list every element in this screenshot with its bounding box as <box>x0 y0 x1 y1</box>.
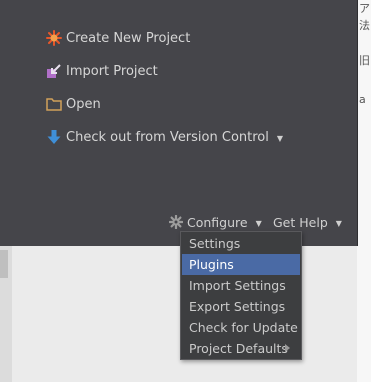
open-action[interactable]: Open <box>46 94 101 114</box>
background-scrollbar <box>0 246 12 382</box>
create-new-project-action[interactable]: Create New Project <box>46 28 190 48</box>
background-text: ア <box>359 2 370 15</box>
menu-item-label: Project Defaults <box>189 341 288 356</box>
folder-icon <box>46 96 62 112</box>
check-out-vcs-action[interactable]: Check out from Version Control ▼ <box>46 127 283 147</box>
menu-item-check-for-update[interactable]: Check for Update <box>182 317 300 338</box>
action-label: Check out from Version Control <box>66 129 269 145</box>
menu-item-import-settings[interactable]: Import Settings <box>182 275 300 296</box>
background-text: 旧 <box>359 54 370 67</box>
chevron-down-icon: ▼ <box>276 133 284 143</box>
background-text: a <box>359 93 366 106</box>
gear-icon <box>169 215 183 229</box>
background-window: ア 法 旧 a <box>357 0 371 382</box>
menu-item-export-settings[interactable]: Export Settings <box>182 296 300 317</box>
starburst-icon <box>46 30 62 46</box>
action-label: Import Project <box>66 63 158 79</box>
down-arrow-icon <box>46 129 62 145</box>
menu-item-plugins[interactable]: Plugins <box>182 254 300 275</box>
configure-menu: Settings Plugins Import Settings Export … <box>180 231 302 360</box>
action-label: Open <box>66 96 101 112</box>
get-help-button[interactable]: Get Help ▼ <box>273 212 342 232</box>
configure-button[interactable]: Configure ▼ <box>169 212 262 232</box>
get-help-label: Get Help <box>273 214 328 230</box>
action-label: Create New Project <box>66 30 191 46</box>
menu-item-settings[interactable]: Settings <box>182 233 300 254</box>
configure-label: Configure <box>187 214 248 230</box>
welcome-panel: Create New Project Import Project Open C… <box>0 0 358 246</box>
import-arrow-icon <box>46 63 62 79</box>
import-project-action[interactable]: Import Project <box>46 61 158 81</box>
chevron-down-icon: ▼ <box>255 218 262 228</box>
scrollbar-thumb <box>0 250 8 278</box>
menu-item-project-defaults[interactable]: Project Defaults <box>182 338 300 359</box>
chevron-down-icon: ▼ <box>335 218 342 228</box>
background-text: 法 <box>359 19 370 32</box>
submenu-arrow-icon <box>285 344 290 352</box>
